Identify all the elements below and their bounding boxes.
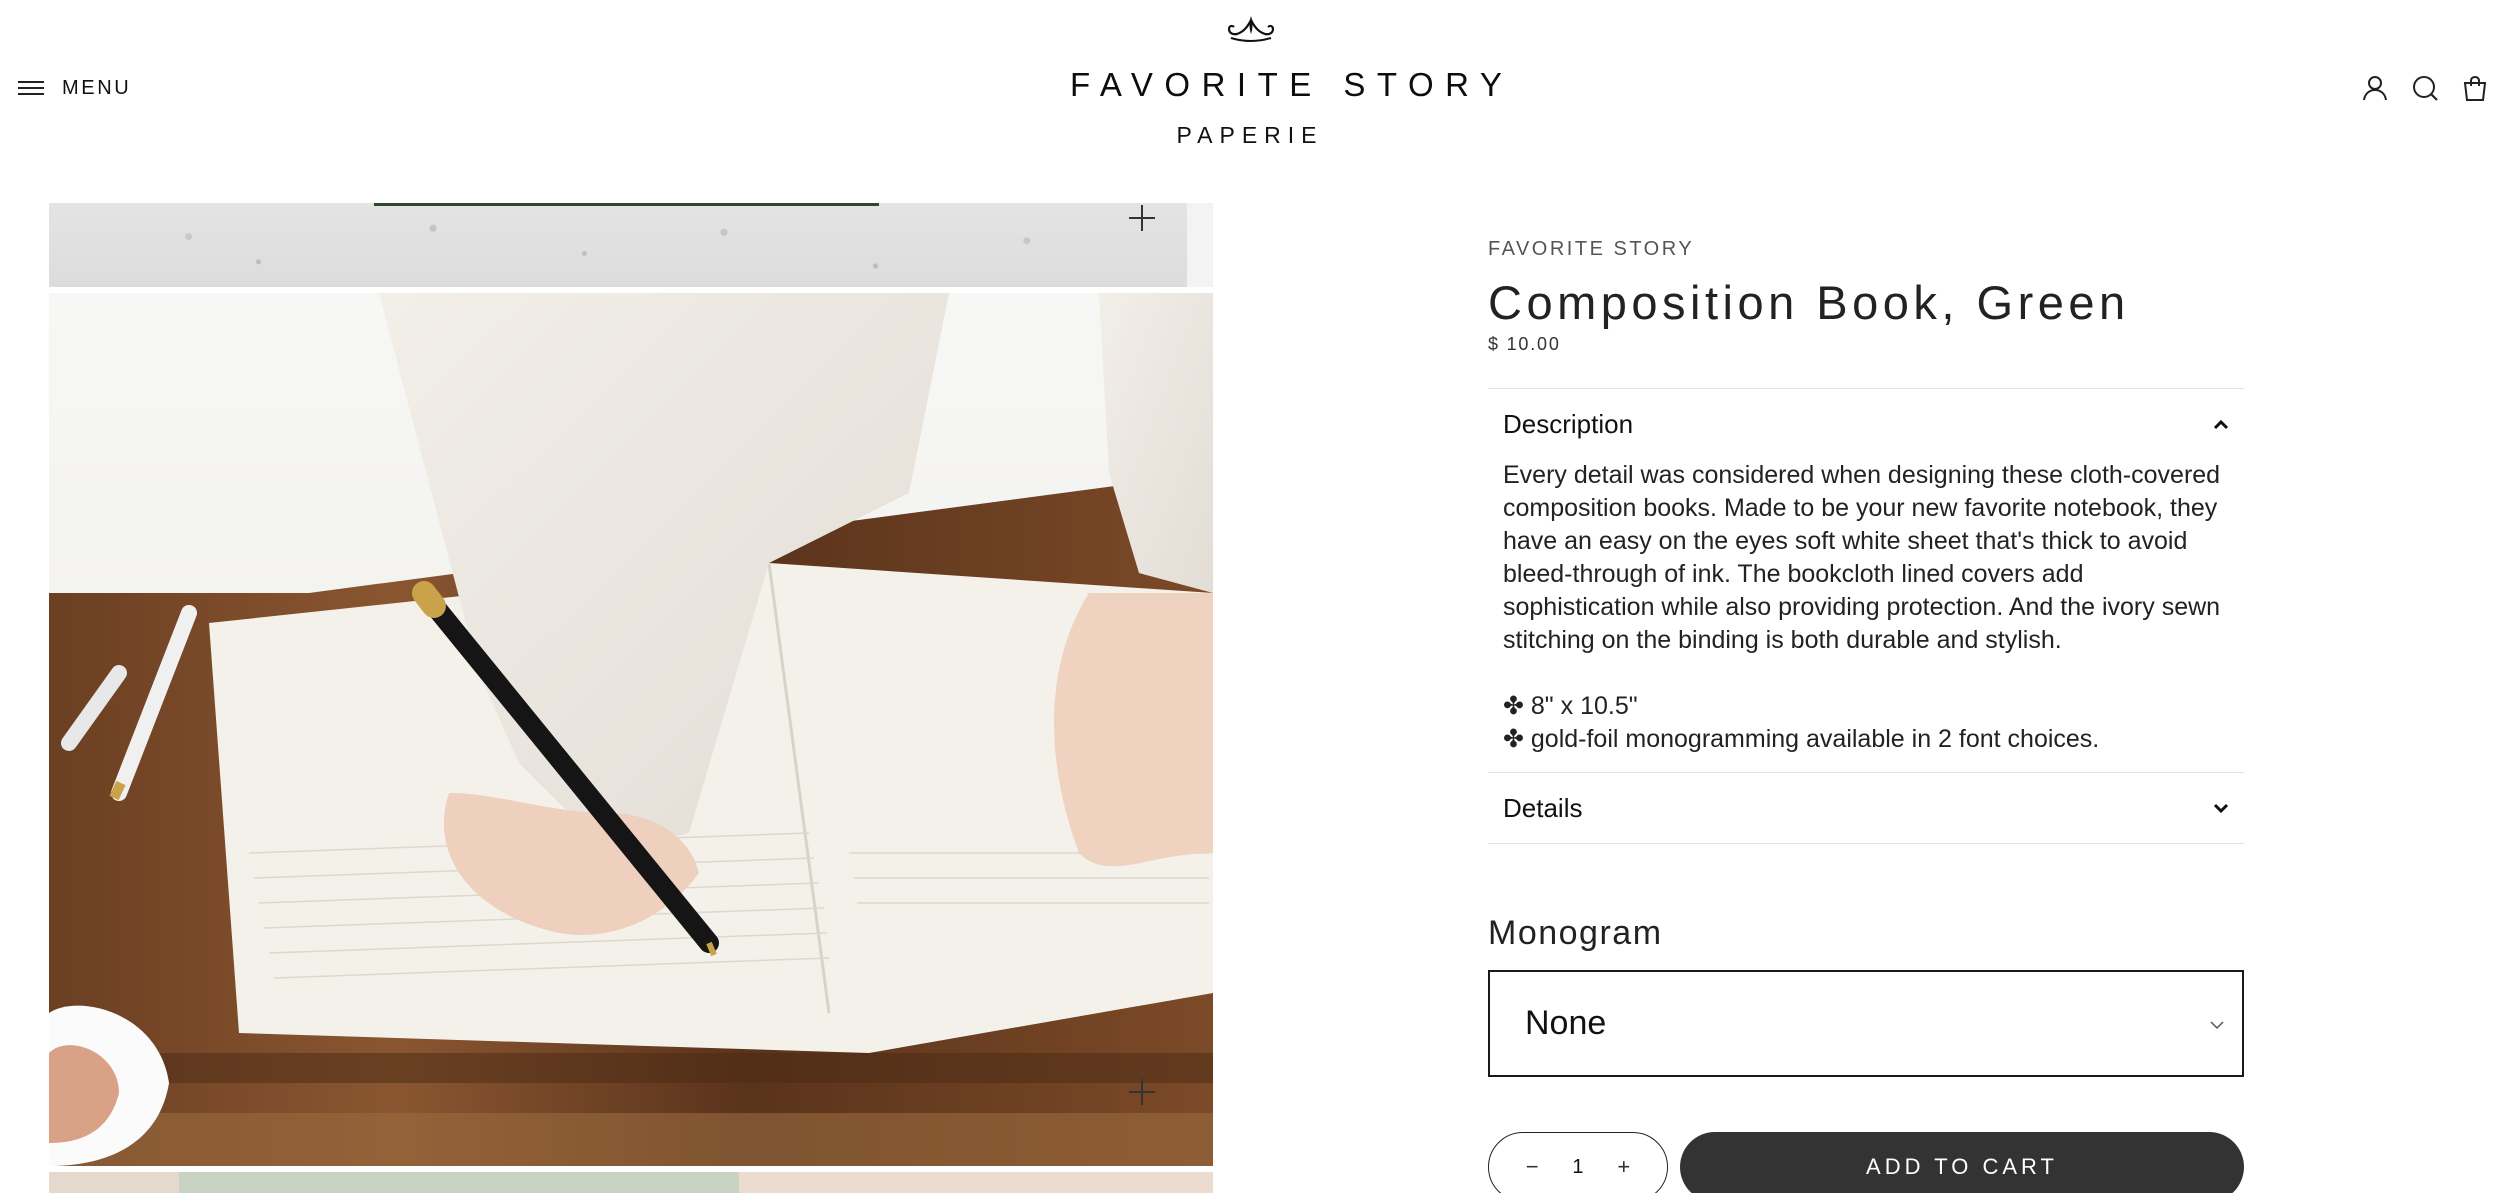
quantity-stepper: − 1 + bbox=[1488, 1132, 1668, 1193]
details-accordion: Details bbox=[1488, 772, 2244, 844]
quantity-decrease-button[interactable]: − bbox=[1514, 1149, 1550, 1185]
logo-subtitle-text: PAPERIE bbox=[1176, 122, 1324, 148]
header-icons bbox=[2350, 70, 2500, 106]
description-body: Every detail was considered when designi… bbox=[1488, 459, 2244, 756]
search-icon[interactable] bbox=[2400, 70, 2450, 106]
product-gallery bbox=[49, 203, 1213, 1193]
monogram-selected-value: None bbox=[1525, 1004, 1607, 1042]
logo-subtitle: PAPERIE bbox=[1070, 122, 1430, 149]
account-icon[interactable] bbox=[2350, 70, 2400, 106]
image-edge bbox=[1187, 203, 1213, 287]
description-text: Every detail was considered when designi… bbox=[1503, 461, 2221, 654]
chevron-down-icon bbox=[2210, 1021, 2224, 1030]
quantity-value[interactable]: 1 bbox=[1572, 1156, 1583, 1179]
site-logo[interactable]: FAVORITE STORY PAPERIE bbox=[1070, 10, 1514, 160]
menu-button[interactable]: MENU bbox=[18, 70, 131, 106]
zoom-plus-icon[interactable] bbox=[1129, 1079, 1155, 1105]
description-bullet: ✤ gold-foil monogramming available in 2 … bbox=[1503, 725, 2100, 753]
chevron-up-icon bbox=[2213, 419, 2229, 430]
description-accordion: Description Every detail was considered … bbox=[1488, 388, 2244, 756]
monogram-select[interactable]: None bbox=[1488, 970, 2244, 1077]
product-title: Composition Book, Green bbox=[1488, 276, 2130, 329]
writing-scene-illustration bbox=[49, 293, 1213, 1166]
product-info: FAVORITE STORY Composition Book, Green $… bbox=[1488, 238, 2244, 1193]
product-image-cover-texture[interactable] bbox=[49, 203, 1213, 287]
monogram-label: Monogram bbox=[1488, 914, 1663, 952]
product-price: $ 10.00 bbox=[1488, 334, 1561, 354]
product-image-writing[interactable] bbox=[49, 293, 1213, 1166]
hamburger-icon bbox=[18, 81, 44, 95]
details-heading: Details bbox=[1503, 792, 1583, 823]
description-toggle[interactable]: Description bbox=[1488, 389, 2244, 459]
description-heading: Description bbox=[1503, 408, 1634, 439]
product-image-next[interactable] bbox=[49, 1172, 1213, 1193]
cart-icon[interactable] bbox=[2450, 70, 2500, 106]
site-header: MENU FAVORITE STORY PAPERIE bbox=[0, 0, 2500, 170]
menu-label: MENU bbox=[62, 76, 132, 99]
add-to-cart-button[interactable]: ADD TO CART bbox=[1680, 1132, 2244, 1193]
zoom-plus-icon[interactable] bbox=[1129, 205, 1155, 231]
notebook-edge bbox=[374, 203, 879, 206]
logo-title: FAVORITE STORY bbox=[1070, 66, 1514, 103]
logo-ornament-icon bbox=[1227, 16, 1275, 42]
description-bullet: ✤ 8" x 10.5" bbox=[1503, 692, 1638, 720]
chevron-down-icon bbox=[2213, 803, 2229, 814]
quantity-increase-button[interactable]: + bbox=[1606, 1149, 1642, 1185]
product-vendor[interactable]: FAVORITE STORY bbox=[1488, 238, 2244, 261]
details-toggle[interactable]: Details bbox=[1488, 773, 2244, 843]
